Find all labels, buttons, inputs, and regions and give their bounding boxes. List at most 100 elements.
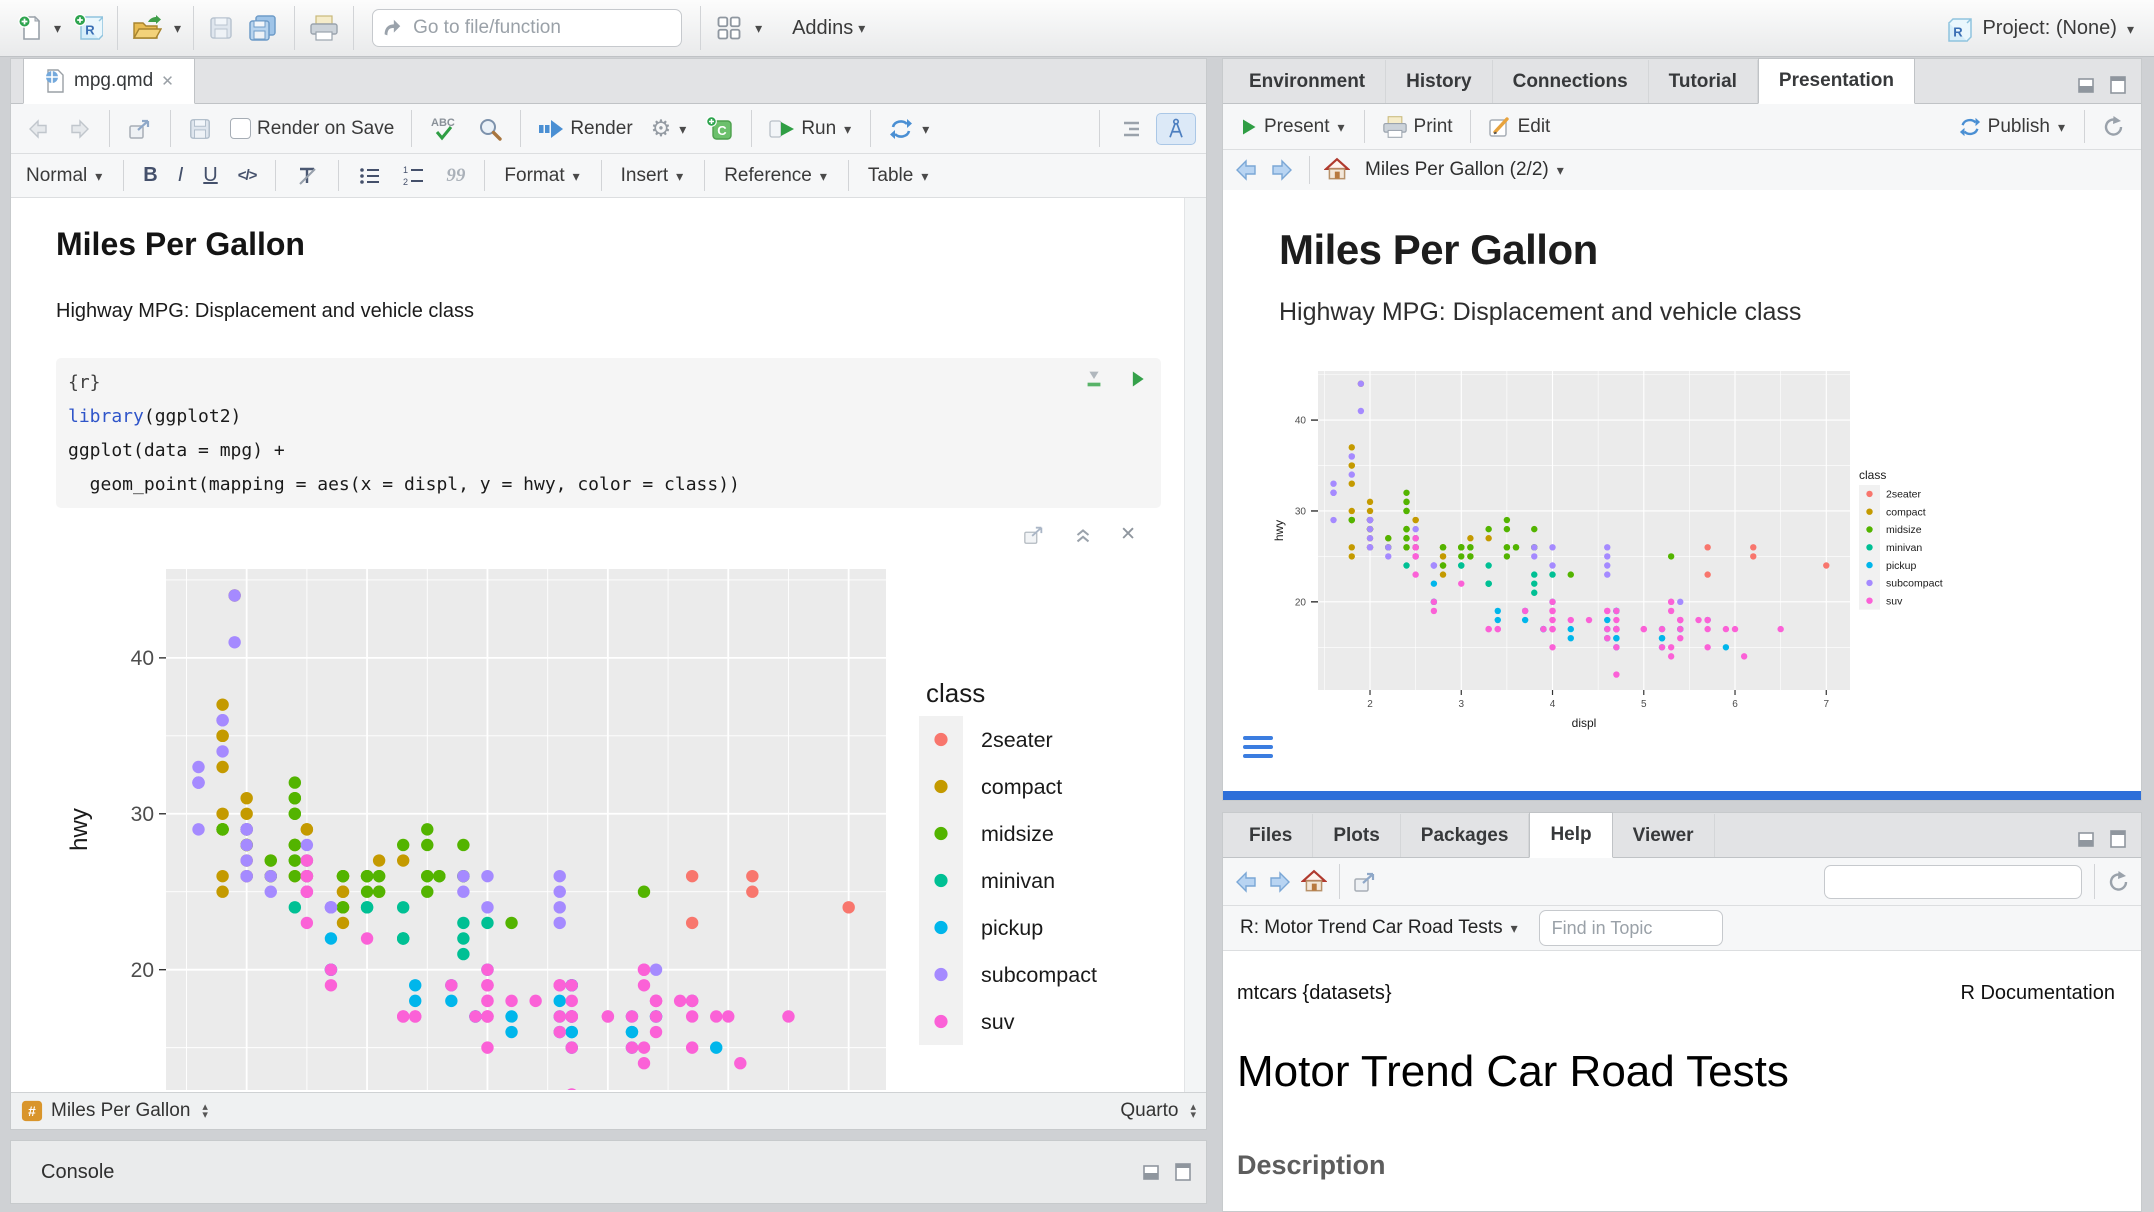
run-chunk-icon[interactable] [1127, 368, 1147, 390]
back-arrow-icon [26, 117, 50, 141]
home-icon[interactable] [1324, 157, 1350, 183]
slide-menu-icon[interactable] [1243, 736, 1273, 763]
forward-arrow-icon[interactable] [1269, 158, 1295, 182]
minimize-pane-icon[interactable] [2075, 829, 2097, 849]
tab-packages[interactable]: Packages [1401, 814, 1530, 857]
new-file-button[interactable] [14, 11, 46, 45]
home-icon[interactable] [1301, 869, 1327, 895]
render-label: Render [570, 118, 632, 140]
visual-editor-toggle[interactable] [1156, 113, 1196, 145]
render-button[interactable]: Render [533, 116, 637, 142]
help-search-box[interactable] [1824, 865, 2082, 899]
popout-window-button[interactable] [122, 115, 158, 143]
find-replace-button[interactable] [472, 114, 508, 144]
panes-caret-icon[interactable]: ▾ [753, 21, 764, 35]
tab-viewer[interactable]: Viewer [1613, 814, 1715, 857]
rerun-button[interactable]: ▾ [883, 115, 936, 143]
reference-menu[interactable]: Reference ▾ [719, 163, 834, 189]
tab-plots[interactable]: Plots [1313, 814, 1400, 857]
run-chunks-above-icon[interactable] [1083, 368, 1105, 390]
slide-navigation-menu[interactable]: Miles Per Gallon (2/2) ▾ [1360, 157, 1571, 183]
maximize-pane-icon[interactable] [2107, 829, 2129, 849]
search-icon [477, 116, 503, 142]
spellcheck-button[interactable]: ABC [424, 113, 464, 145]
insert-chunk-button[interactable]: C [701, 114, 739, 144]
insert-menu[interactable]: Insert ▾ [616, 163, 691, 189]
save-doc-button[interactable] [183, 115, 217, 143]
tab-mpg-qmd[interactable]: mpg.qmd ✕ [23, 58, 195, 104]
clear-formatting-button[interactable] [290, 162, 324, 190]
numbered-list-button[interactable]: 1 2 [397, 162, 431, 190]
tab-close-icon[interactable]: ✕ [161, 72, 174, 90]
editor-status-bar: # Miles Per Gallon ▴▾ Quarto ▴▾ [11, 1092, 1206, 1129]
tab-environment[interactable]: Environment [1229, 60, 1386, 103]
bold-button[interactable]: B [138, 162, 162, 189]
new-file-caret-icon[interactable]: ▾ [52, 21, 63, 35]
tab-history[interactable]: History [1386, 60, 1492, 103]
forward-button[interactable] [63, 115, 97, 143]
table-menu[interactable]: Table ▾ [863, 163, 935, 189]
document-canvas[interactable]: Miles Per Gallon Highway MPG: Displaceme… [11, 198, 1184, 1093]
publish-button[interactable]: Publish ▾ [1953, 114, 2072, 140]
minimize-pane-icon[interactable] [1140, 1162, 1162, 1182]
open-file-button[interactable] [128, 12, 166, 44]
refresh-icon[interactable] [2107, 870, 2131, 894]
back-arrow-icon[interactable] [1233, 870, 1259, 894]
tab-help[interactable]: Help [1529, 812, 1612, 858]
project-cube-icon: R [1944, 14, 1974, 44]
editor-scrollbar[interactable] [1184, 198, 1206, 1093]
save-button[interactable] [204, 12, 238, 44]
svg-text:ABC: ABC [431, 117, 455, 129]
checkbox-box[interactable] [230, 118, 251, 139]
refresh-presentation-button[interactable] [2097, 113, 2131, 141]
present-button[interactable]: Present ▾ [1233, 114, 1352, 140]
tab-presentation[interactable]: Presentation [1758, 58, 1915, 104]
format-menu[interactable]: Format ▾ [499, 163, 586, 189]
italic-button[interactable]: I [173, 162, 189, 189]
back-arrow-icon[interactable] [1233, 158, 1259, 182]
goto-file-input[interactable] [411, 16, 673, 40]
maximize-pane-icon[interactable] [1172, 1162, 1194, 1182]
popout-icon[interactable] [1352, 870, 1378, 894]
help-search-input[interactable] [1839, 870, 2075, 893]
forward-arrow-icon[interactable] [1267, 870, 1293, 894]
status-section-label[interactable]: Miles Per Gallon [51, 1100, 190, 1122]
render-options-button[interactable]: ⚙ ▾ [646, 115, 694, 142]
toolbar-separator [700, 6, 701, 50]
maximize-pane-icon[interactable] [2107, 75, 2129, 95]
tab-label: mpg.qmd [74, 70, 153, 92]
underline-button[interactable]: U [198, 162, 222, 189]
print-presentation-button[interactable]: Print [1377, 113, 1458, 141]
bullet-list-button[interactable] [353, 162, 387, 190]
render-on-save-label: Render on Save [257, 118, 394, 140]
tab-files[interactable]: Files [1229, 814, 1313, 857]
back-button[interactable] [21, 115, 55, 143]
workspace-panes-button[interactable] [711, 11, 747, 45]
new-project-button[interactable]: R [69, 10, 107, 46]
help-topic-menu[interactable]: R: Motor Trend Car Road Tests ▾ [1235, 915, 1525, 941]
goto-file-search[interactable] [372, 9, 682, 47]
find-in-topic-input[interactable] [1539, 910, 1723, 946]
slide-nav-caret-icon: ▾ [1555, 163, 1566, 177]
edit-presentation-button[interactable]: Edit [1483, 113, 1556, 141]
save-all-button[interactable] [244, 11, 284, 45]
tab-tutorial[interactable]: Tutorial [1649, 60, 1758, 103]
mode-stepper-icon[interactable]: ▴▾ [1190, 1103, 1196, 1119]
source-editor-pane: mpg.qmd ✕ [10, 58, 1207, 1130]
project-menu[interactable]: R Project: (None) ▾ [1944, 0, 2136, 57]
tab-connections[interactable]: Connections [1493, 60, 1649, 103]
run-button[interactable]: Run ▾ [764, 115, 858, 143]
open-file-caret-icon[interactable]: ▾ [172, 21, 183, 35]
code-chunk[interactable]: {r} library(ggplot2) ggplot(data = mpg) … [56, 358, 1161, 508]
minimize-pane-icon[interactable] [2075, 75, 2097, 95]
section-stepper-icon[interactable]: ▴▾ [202, 1103, 208, 1119]
addins-button[interactable]: Addins ▾ [788, 14, 871, 43]
code-format-button[interactable]: </> [233, 165, 262, 186]
render-on-save-checkbox[interactable]: Render on Save [225, 116, 399, 142]
status-mode-label[interactable]: Quarto [1120, 1100, 1178, 1122]
blockquote-button[interactable]: 99 [441, 163, 470, 189]
print-button[interactable] [305, 11, 343, 45]
presentation-tabbar: Environment History Connections Tutorial… [1223, 59, 2141, 104]
paragraph-style-menu[interactable]: Normal ▾ [21, 163, 109, 189]
outline-toggle-button[interactable] [1112, 115, 1148, 143]
